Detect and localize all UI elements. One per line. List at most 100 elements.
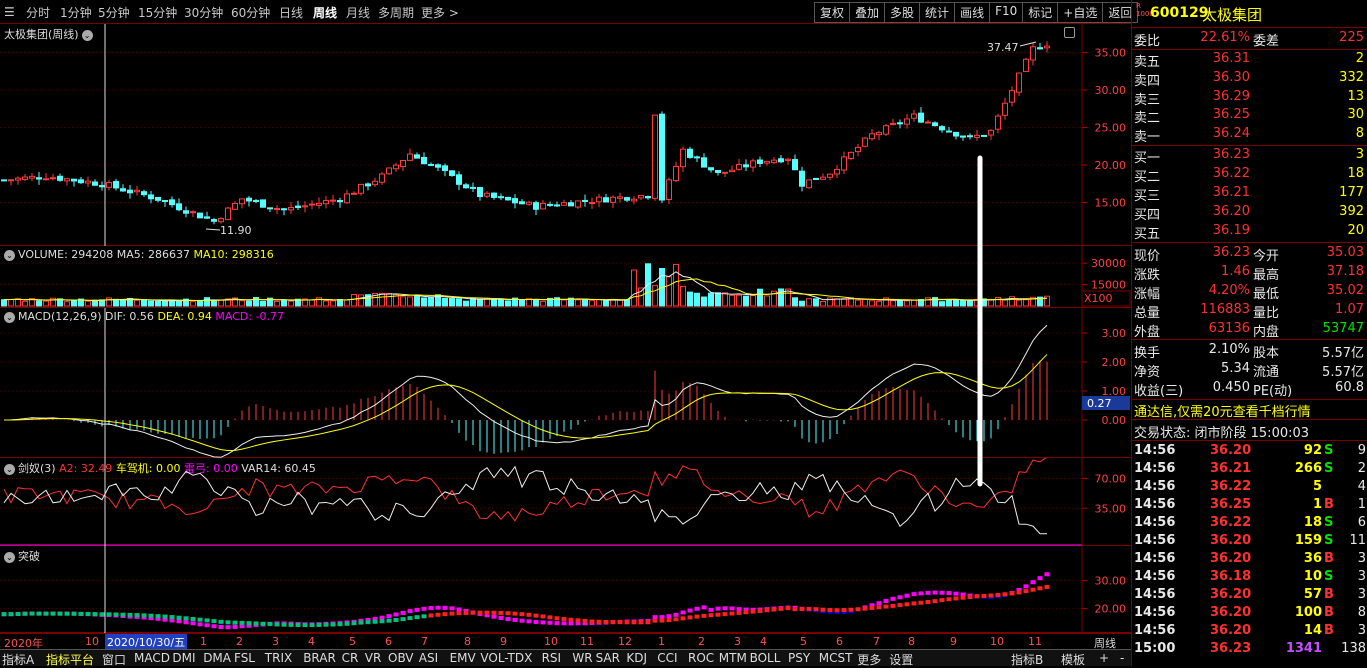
indicator-tab-10[interactable]: VR — [365, 651, 382, 665]
indicator-tab-2[interactable]: 窗口 — [102, 651, 126, 668]
indicator-tab-21[interactable]: MTM — [719, 651, 747, 665]
volume-bar — [379, 292, 385, 307]
tick-volume: 57 — [1303, 587, 1322, 602]
tool-button-5[interactable]: F10 — [989, 2, 1023, 23]
tupo-upper-block — [218, 625, 224, 630]
ad-banner[interactable]: 通达信,仅需20元查看千档行情 — [1134, 401, 1311, 420]
bid-row-2-volume: 18 — [1347, 166, 1364, 181]
candle-body — [540, 202, 546, 210]
indicator-tab-18[interactable]: KDJ — [626, 651, 647, 665]
tupo-upper-block — [722, 606, 728, 611]
jiannu-pane[interactable]: ⌄ 剑奴(3) A2: 32.49 车驾机: 0.00 雷弓: 0.00 VAR1… — [0, 458, 1131, 546]
tupo-lower-block — [897, 603, 903, 608]
indicator-tab-23[interactable]: PSY — [788, 651, 810, 665]
indicator-tab-16[interactable]: WR — [572, 651, 592, 665]
tupo-lower-block — [981, 593, 987, 598]
volume-pane[interactable]: ⌄ VOLUME: 294208 MA5: 286637 MA10: 298316… — [0, 246, 1131, 308]
volume-bar — [8, 298, 14, 307]
tupo-upper-block — [568, 621, 574, 626]
indicator-tab-24[interactable]: MCST — [819, 651, 853, 665]
indicator-tab-14[interactable]: VOL-TDX — [480, 651, 532, 665]
indicator-tab-15[interactable]: RSI — [542, 651, 562, 665]
tool-button-7[interactable]: +自选 — [1057, 2, 1103, 23]
period-tab-1[interactable]: 1分钟 — [60, 4, 92, 21]
indicator-tab-13[interactable]: EMV — [450, 651, 476, 665]
period-tab-7[interactable]: 周线 — [313, 4, 337, 21]
tool-button-2[interactable]: 多股 — [884, 2, 920, 23]
tick-volume: 1 — [1312, 497, 1322, 512]
volume-bar — [589, 300, 595, 307]
indicator-tab-11[interactable]: OBV — [388, 651, 414, 665]
candle-body — [918, 112, 924, 123]
candle-body — [813, 177, 819, 181]
volume-bar — [92, 299, 98, 307]
stat-label: 外盘 — [1134, 325, 1161, 340]
bottom-right-btn-0[interactable]: 指标B — [1011, 651, 1043, 668]
indicator-tab-26[interactable]: 设置 — [889, 651, 913, 668]
tupo-lower-block — [1002, 592, 1008, 597]
volume-ma5-line — [3, 271, 1048, 302]
volume-bar — [967, 300, 973, 307]
period-tab-4[interactable]: 30分钟 — [184, 4, 223, 21]
tupo-lower-block — [869, 605, 875, 610]
indicator-tab-1[interactable]: 指标平台 — [46, 651, 94, 668]
tick-price: 36.23 — [1210, 641, 1252, 656]
price-chart-pane[interactable]: 太极集团(周线) ⌄ 35.00 30.00 25.00 20.00 15.00 37.47… — [0, 24, 1131, 246]
tupo-upper-block — [904, 593, 910, 598]
indicator-tab-6[interactable]: FSL — [234, 651, 255, 665]
tupo-lower-block — [939, 598, 945, 603]
period-tab-10[interactable]: 更多 > — [421, 4, 459, 21]
restore-window-icon[interactable] — [1064, 27, 1075, 38]
candle-body — [8, 179, 14, 182]
indicator-tab-17[interactable]: SAR — [596, 651, 620, 665]
bottom-right-btn-3[interactable]: - — [1120, 651, 1124, 665]
stat-value: 60.8 — [1335, 380, 1364, 395]
tool-button-4[interactable]: 画线 — [954, 2, 990, 23]
period-tab-0[interactable]: 分时 — [26, 4, 50, 21]
tool-button-0[interactable]: 复权 — [814, 2, 850, 23]
bottom-right-btn-2[interactable]: + — [1099, 651, 1109, 665]
tupo-lower-block — [701, 613, 707, 618]
indicator-tab-3[interactable]: MACD — [134, 651, 170, 665]
indicator-tab-22[interactable]: BOLL — [750, 651, 781, 665]
period-tab-8[interactable]: 月线 — [346, 4, 370, 21]
indicator-tab-25[interactable]: 更多 — [857, 651, 881, 668]
volume-bar — [701, 296, 707, 307]
period-tab-9[interactable]: 多周期 — [378, 4, 414, 21]
tupo-lower-block — [519, 612, 525, 617]
indicator-tab-20[interactable]: ROC — [688, 651, 714, 665]
candle-body — [981, 134, 987, 137]
period-tab-3[interactable]: 15分钟 — [138, 4, 177, 21]
menu-icon[interactable]: ☰ — [4, 5, 15, 19]
tick-side: S — [1324, 533, 1334, 548]
indicator-tab-0[interactable]: 指标A — [2, 651, 34, 668]
tool-button-6[interactable]: 标记 — [1022, 2, 1058, 23]
candle-body — [71, 178, 77, 182]
candle-body — [78, 179, 84, 184]
tupo-lower-block — [666, 618, 672, 623]
tupo-upper-block — [680, 610, 686, 615]
stat-row-stats2-1: 净资 5.34 流通 5.57亿 — [1132, 361, 1367, 380]
period-tab-2[interactable]: 5分钟 — [98, 4, 130, 21]
tick-volume: 100 — [1294, 605, 1322, 620]
macd-dea-line — [3, 354, 1048, 452]
tupo-lower-block — [785, 606, 791, 611]
indicator-tab-9[interactable]: CR — [342, 651, 359, 665]
candle-body — [85, 180, 91, 184]
indicator-tab-19[interactable]: CCI — [657, 651, 677, 665]
tool-button-3[interactable]: 统计 — [919, 2, 955, 23]
indicator-tab-5[interactable]: DMA — [203, 651, 231, 665]
tool-button-1[interactable]: 叠加 — [849, 2, 885, 23]
volume-bar — [946, 299, 952, 307]
indicator-tab-7[interactable]: TRIX — [265, 651, 292, 665]
tupo-pane[interactable]: ⌄ 突破 30.00 20.00 — [0, 546, 1131, 633]
indicator-tab-12[interactable]: ASI — [419, 651, 438, 665]
indicator-tab-4[interactable]: DMI — [172, 651, 195, 665]
tick-side: B — [1324, 497, 1334, 512]
bottom-right-btn-1[interactable]: 模板 — [1061, 651, 1085, 668]
indicator-tab-8[interactable]: BRAR — [303, 651, 336, 665]
tupo-lower-block — [603, 619, 609, 624]
macd-pane[interactable]: ⌄ MACD(12,26,9) DIF: 0.56 DEA: 0.94 MACD:… — [0, 308, 1131, 458]
period-tab-5[interactable]: 60分钟 — [231, 4, 270, 21]
period-tab-6[interactable]: 日线 — [279, 4, 303, 21]
